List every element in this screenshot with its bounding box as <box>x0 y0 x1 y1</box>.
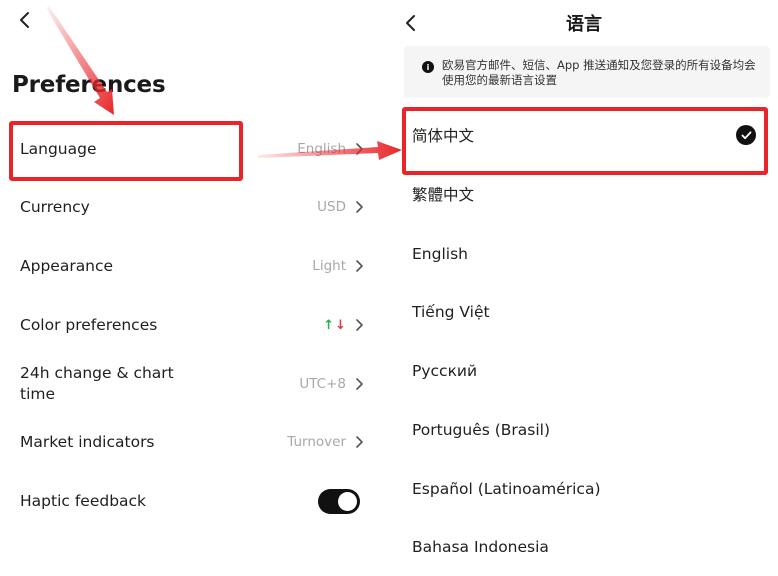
pref-row-color-preferences[interactable]: Color preferences ↑ ↓ <box>0 307 384 343</box>
pref-value: Light <box>312 258 346 274</box>
language-option-zh-hant[interactable]: 繁體中文 <box>390 174 778 214</box>
language-label: Tiếng Việt <box>412 303 490 321</box>
language-option-id[interactable]: Bahasa Indonesia <box>390 527 778 567</box>
pref-value: Turnover <box>287 434 346 450</box>
page-title: Preferences <box>12 72 166 98</box>
screenshot-stage: Preferences Language English Currency US… <box>0 0 778 576</box>
pref-row-haptic-feedback: Haptic feedback <box>0 483 384 519</box>
chevron-right-icon <box>356 319 363 331</box>
language-label: Bahasa Indonesia <box>412 538 549 556</box>
pref-label: Language <box>20 139 97 158</box>
language-label: Português (Brasil) <box>412 421 551 439</box>
chevron-right-icon <box>356 378 363 390</box>
up-down-arrows-icon: ↑ ↓ <box>323 318 346 333</box>
pref-label: Haptic feedback <box>20 491 147 510</box>
language-option-ru[interactable]: Русский <box>390 351 778 391</box>
info-icon: i <box>422 61 434 73</box>
pref-label: Market indicators <box>20 432 155 451</box>
language-option-zh-hans[interactable]: 简体中文 <box>390 115 778 155</box>
chevron-right-icon <box>356 260 363 272</box>
pref-row-language[interactable]: Language English <box>0 131 384 167</box>
language-label: English <box>412 245 468 263</box>
pref-row-appearance[interactable]: Appearance Light <box>0 248 384 284</box>
language-label: Español (Latinoamérica) <box>412 480 601 498</box>
pref-row-market-indicators[interactable]: Market indicators Turnover <box>0 424 384 460</box>
language-option-es-la[interactable]: Español (Latinoamérica) <box>390 469 778 509</box>
pref-value: UTC+8 <box>299 376 346 392</box>
back-arrow-icon <box>20 12 29 28</box>
down-arrow-icon: ↓ <box>335 317 346 333</box>
pref-label: Currency <box>20 197 90 216</box>
back-button[interactable] <box>10 6 38 34</box>
pref-label: Color preferences <box>20 315 158 334</box>
language-option-en[interactable]: English <box>390 234 778 274</box>
chevron-right-icon <box>356 143 363 155</box>
chevron-right-icon <box>356 201 363 213</box>
pref-value: USD <box>317 199 346 215</box>
language-label: Русский <box>412 362 478 380</box>
checkmark-icon <box>736 125 756 145</box>
preferences-screen: Preferences Language English Currency US… <box>0 0 384 576</box>
pref-row-24h-change-chart-time[interactable]: 24h change & chart time UTC+8 <box>0 362 384 406</box>
pref-value: English <box>297 141 346 157</box>
pref-right: Turnover <box>287 434 364 450</box>
pref-right: UTC+8 <box>299 376 364 392</box>
pref-right: ↑ ↓ <box>323 318 364 333</box>
pref-right: English <box>297 141 364 157</box>
language-label: 简体中文 <box>412 127 475 145</box>
language-screen: 语言 i 欧易官方邮件、短信、App 推送通知及您登录的所有设备均会使用您的最新… <box>390 0 778 576</box>
pref-right: Light <box>312 258 364 274</box>
language-option-pt-br[interactable]: Português (Brasil) <box>390 410 778 450</box>
language-notice: i 欧易官方邮件、短信、App 推送通知及您登录的所有设备均会使用您的最新语言设… <box>404 46 770 98</box>
pref-row-currency[interactable]: Currency USD <box>0 189 384 225</box>
language-label: 繁體中文 <box>412 186 475 204</box>
pref-right: USD <box>317 199 364 215</box>
haptic-feedback-toggle[interactable] <box>318 488 360 514</box>
toggle-knob <box>338 491 357 511</box>
chevron-right-icon <box>356 436 363 448</box>
page-title: 语言 <box>566 14 602 35</box>
pref-label: Appearance <box>20 256 114 275</box>
up-arrow-icon: ↑ <box>323 317 335 333</box>
language-option-vi[interactable]: Tiếng Việt <box>390 292 778 332</box>
notice-text: 欧易官方邮件、短信、App 推送通知及您登录的所有设备均会使用您的最新语言设置 <box>442 58 756 87</box>
pref-label: 24h change & chart time <box>20 364 174 403</box>
